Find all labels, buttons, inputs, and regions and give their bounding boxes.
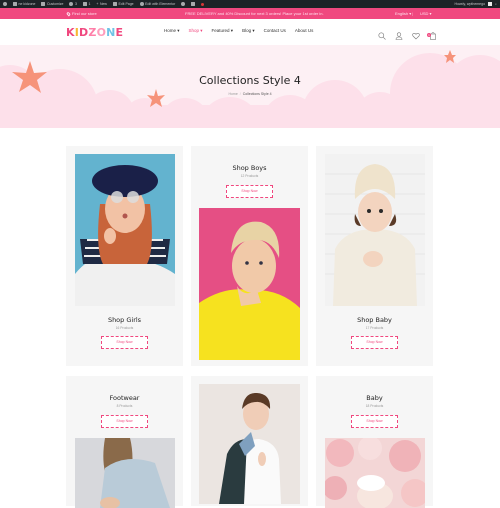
cart-icon[interactable]: 1 — [427, 27, 437, 40]
plus-icon: + — [96, 2, 99, 6]
wp-admin-bar: ne kidzone Customize 3 1 + New Edit Page … — [0, 0, 500, 8]
currency-select[interactable]: USD ▾ — [420, 11, 432, 16]
page-icon — [191, 2, 196, 6]
elementor-icon — [139, 2, 144, 6]
collection-title[interactable]: Baby — [316, 394, 433, 402]
shop-now-button[interactable]: Shop Now — [101, 336, 148, 349]
admin-bar-settings[interactable] — [181, 2, 186, 6]
brush-icon — [41, 2, 46, 6]
find-store-label: Find our store — [72, 11, 97, 16]
logo-letter: N — [106, 26, 116, 39]
admin-bar-elementor[interactable]: Edit with Elementor — [139, 2, 176, 6]
cloud-shapes — [0, 53, 500, 128]
shop-now-button[interactable]: Shop Now — [226, 185, 273, 198]
collection-count: 18 Products — [365, 404, 384, 408]
shop-now-button[interactable]: Shop Now — [351, 336, 398, 349]
breadcrumb: Home / Collections Style 4 — [0, 92, 500, 96]
collection-card-boy[interactable] — [191, 376, 308, 506]
admin-bar-label: 1 — [88, 2, 91, 6]
collection-title[interactable]: Footwear — [66, 394, 183, 402]
admin-bar-comments[interactable]: 1 — [82, 2, 91, 6]
admin-bar-record[interactable] — [201, 2, 205, 6]
shop-now-button[interactable]: Shop Now — [351, 415, 398, 428]
page-title: Collections Style 4 — [199, 74, 301, 87]
updates-icon — [69, 2, 74, 6]
collection-image[interactable] — [199, 384, 300, 504]
collection-count: 12 Products — [240, 174, 259, 178]
admin-bar-label: New — [99, 2, 107, 6]
collection-count: 17 Products — [365, 326, 384, 330]
divider: | — [412, 11, 414, 16]
avatar[interactable] — [488, 2, 493, 6]
admin-bar-updates[interactable]: 3 — [69, 2, 77, 6]
admin-bar-label: 3 — [74, 2, 77, 6]
nav-item-blog[interactable]: Blog ▾ — [242, 28, 255, 34]
shop-now-button[interactable]: Shop Now — [101, 415, 148, 428]
collection-card-baby[interactable]: Baby 18 Products Shop Now — [316, 376, 433, 508]
gear-icon — [181, 2, 186, 6]
admin-bar-label: Customize — [46, 2, 64, 6]
collection-count: 8 Products — [116, 404, 133, 408]
collection-image[interactable] — [325, 438, 425, 508]
site-logo[interactable]: K I D Z O N E — [66, 26, 123, 39]
collection-card-shop-girls[interactable]: Shop Girls 16 Products Shop Now — [66, 146, 183, 366]
wishlist-heart-icon[interactable] — [412, 27, 420, 40]
collection-title[interactable]: Shop Girls — [66, 316, 183, 324]
collection-card-shop-boys[interactable]: Shop Boys 12 Products Shop Now — [191, 146, 308, 366]
pencil-icon — [112, 2, 117, 6]
record-dot-icon — [201, 2, 205, 6]
collection-card-footwear[interactable]: Footwear 8 Products Shop Now — [66, 376, 183, 508]
admin-bar-new[interactable]: + New — [96, 2, 107, 6]
nav-item-contact[interactable]: Contact Us — [264, 28, 286, 34]
promo-text: FREE DELIVERY and 40% Discount for next … — [185, 11, 324, 16]
admin-bar-greeting[interactable]: Howdy, wpthemego — [455, 2, 485, 6]
comment-icon — [82, 2, 87, 6]
collection-image[interactable] — [75, 154, 175, 306]
account-icon[interactable] — [395, 27, 403, 40]
admin-bar-label: ne kidzone — [18, 2, 36, 6]
collection-title[interactable]: Shop Baby — [316, 316, 433, 324]
language-select[interactable]: English ▾ — [395, 11, 411, 16]
promo-bar: Find our store FREE DELIVERY and 40% Dis… — [0, 8, 500, 19]
nav-item-home[interactable]: Home ▾ — [164, 28, 180, 34]
search-icon[interactable] — [378, 27, 386, 40]
nav-item-shop[interactable]: Shop ▾ — [189, 28, 203, 34]
admin-bar-label: Edit Page — [118, 2, 134, 6]
collection-image[interactable] — [75, 438, 175, 508]
logo-letter: D — [79, 26, 89, 39]
nav-item-about[interactable]: About Us — [295, 28, 314, 34]
nav-item-featured[interactable]: Featured ▾ — [212, 28, 234, 34]
location-pin-icon — [66, 11, 71, 16]
breadcrumb-current: Collections Style 4 — [242, 92, 272, 96]
collection-count: 16 Products — [115, 326, 134, 330]
admin-bar-edit-page[interactable]: Edit Page — [112, 2, 134, 6]
collection-image[interactable] — [199, 208, 300, 360]
admin-bar-site[interactable]: ne kidzone — [13, 2, 35, 6]
collection-title[interactable]: Shop Boys — [191, 164, 308, 172]
logo-letter: O — [96, 26, 107, 39]
admin-bar-label: Edit with Elementor — [145, 2, 176, 6]
logo-letter: Z — [88, 26, 97, 39]
header-icons: 1 — [378, 27, 437, 40]
logo-letter: K — [66, 26, 75, 39]
collection-image[interactable] — [325, 154, 425, 306]
main-nav: Home ▾ Shop ▾ Featured ▾ Blog ▾ Contact … — [164, 28, 313, 34]
admin-bar-page[interactable] — [191, 2, 196, 6]
admin-bar-customize[interactable]: Customize — [41, 2, 63, 6]
wordpress-icon — [3, 2, 7, 6]
breadcrumb-separator: / — [239, 92, 241, 96]
home-icon — [13, 2, 17, 6]
admin-search-icon[interactable]: ⌕ — [495, 2, 497, 6]
breadcrumb-home[interactable]: Home — [228, 92, 237, 96]
find-store-link[interactable]: Find our store — [66, 11, 97, 16]
page-hero-banner: Collections Style 4 Home / Collections Sty… — [0, 45, 500, 128]
admin-bar-wordpress[interactable] — [3, 2, 7, 6]
site-header: K I D Z O N E Home ▾ Shop ▾ Featured ▾ B… — [0, 19, 500, 45]
cart-count-badge: 1 — [427, 33, 431, 37]
collection-card-shop-baby[interactable]: Shop Baby 17 Products Shop Now — [316, 146, 433, 366]
logo-letter: E — [115, 26, 124, 39]
